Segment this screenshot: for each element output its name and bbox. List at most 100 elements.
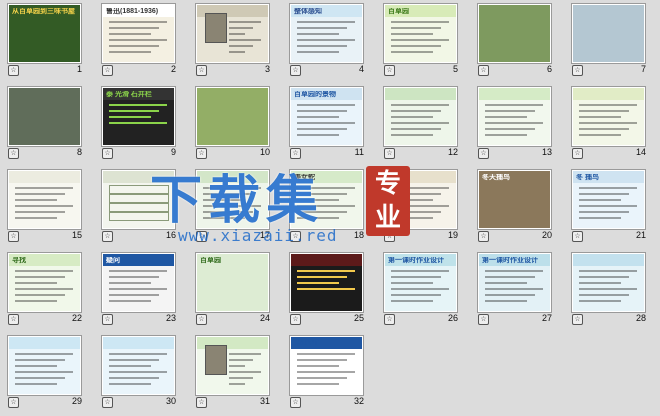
slide-thumbnail-31[interactable]: ☆ 31 <box>194 334 276 416</box>
slide-thumbnail-10[interactable]: ☆ 10 <box>194 85 276 167</box>
slide-thumbnail-24[interactable]: 百草园 ☆ 24 <box>194 251 276 333</box>
slide-thumbnail-1[interactable]: 从百草园到三味书屋 ☆ 1 <box>6 2 88 84</box>
transition-icon[interactable]: ☆ <box>572 231 583 242</box>
text-line <box>109 371 167 373</box>
slide-thumbnail-2[interactable]: 鲁迅(1881-1936) ☆ 2 <box>100 2 182 84</box>
slide-preview[interactable] <box>384 87 457 146</box>
transition-icon[interactable]: ☆ <box>8 231 19 242</box>
slide-number: 13 <box>541 147 552 157</box>
transition-icon[interactable]: ☆ <box>8 148 19 159</box>
slide-thumbnail-28[interactable]: ☆ 28 <box>570 251 652 333</box>
text-line <box>297 128 347 130</box>
slide-preview[interactable] <box>572 87 645 146</box>
slide-preview[interactable]: 第一课时作业设计 <box>478 253 551 312</box>
transition-icon[interactable]: ☆ <box>572 314 583 325</box>
slide-thumbnail-25[interactable]: ☆ 25 <box>288 251 370 333</box>
slide-meta: ☆ 23 <box>100 313 178 327</box>
slide-preview[interactable]: 从百草园到三味书屋 <box>8 4 81 63</box>
transition-icon[interactable]: ☆ <box>102 397 113 408</box>
portrait-image <box>205 13 227 43</box>
slide-preview[interactable] <box>196 336 269 395</box>
transition-icon[interactable]: ☆ <box>102 65 113 76</box>
slide-thumbnail-4[interactable]: 整体感知 ☆ 4 <box>288 2 370 84</box>
transition-icon[interactable]: ☆ <box>102 231 113 242</box>
transition-icon[interactable]: ☆ <box>290 65 301 76</box>
slide-thumbnail-32[interactable]: 第1PPT ☆ 32 <box>288 334 370 416</box>
transition-icon[interactable]: ☆ <box>196 314 207 325</box>
slide-thumbnail-27[interactable]: 第一课时作业设计 ☆ 27 <box>476 251 558 333</box>
slide-preview[interactable]: 鲁迅(1881-1936) <box>102 4 175 63</box>
transition-icon[interactable]: ☆ <box>290 314 301 325</box>
slide-preview[interactable] <box>8 170 81 229</box>
slide-thumbnail-21[interactable]: 冬 捕鸟 ☆ 21 <box>570 168 652 250</box>
slide-preview[interactable]: 第1PPT <box>290 336 363 395</box>
text-line <box>391 21 449 23</box>
slide-preview[interactable]: 冬天捕鸟 <box>478 170 551 229</box>
transition-icon[interactable]: ☆ <box>384 65 395 76</box>
slide-thumbnail-11[interactable]: 百草园的景物 ☆ 11 <box>288 85 370 167</box>
slide-preview[interactable] <box>478 4 551 63</box>
slide-thumbnail-23[interactable]: 疑问 ☆ 23 <box>100 251 182 333</box>
slide-thumbnail-14[interactable]: ☆ 14 <box>570 85 652 167</box>
slide-thumbnail-6[interactable]: ☆ 6 <box>476 2 558 84</box>
slide-preview[interactable] <box>478 87 551 146</box>
slide-preview[interactable] <box>102 336 175 395</box>
slide-thumbnail-26[interactable]: 第一课时作业设计 ☆ 26 <box>382 251 464 333</box>
slide-thumbnail-22[interactable]: 寻找 ☆ 22 <box>6 251 88 333</box>
transition-icon[interactable]: ☆ <box>196 65 207 76</box>
transition-icon[interactable]: ☆ <box>8 65 19 76</box>
slide-meta: ☆ 21 <box>570 230 648 244</box>
transition-icon[interactable]: ☆ <box>478 148 489 159</box>
slide-preview[interactable]: 疑问 <box>102 253 175 312</box>
slide-title: 冬 捕鸟 <box>576 174 599 181</box>
slide-preview[interactable]: 百草园 <box>196 253 269 312</box>
slide-preview[interactable] <box>572 4 645 63</box>
slide-preview[interactable] <box>196 87 269 146</box>
transition-icon[interactable]: ☆ <box>478 314 489 325</box>
transition-icon[interactable]: ☆ <box>290 397 301 408</box>
slide-preview[interactable] <box>8 87 81 146</box>
slide-preview[interactable]: 百草园 <box>384 4 457 63</box>
transition-icon[interactable]: ☆ <box>102 314 113 325</box>
transition-icon[interactable]: ☆ <box>478 231 489 242</box>
slide-preview[interactable]: 第一课时作业设计 <box>384 253 457 312</box>
slide-number: 6 <box>546 64 552 74</box>
transition-icon[interactable]: ☆ <box>478 65 489 76</box>
slide-thumbnail-9[interactable]: 泰 光滑 石井栏 ☆ 9 <box>100 85 182 167</box>
slide-thumbnail-20[interactable]: 冬天捕鸟 ☆ 20 <box>476 168 558 250</box>
slide-preview[interactable] <box>572 253 645 312</box>
transition-icon[interactable]: ☆ <box>572 148 583 159</box>
transition-icon[interactable]: ☆ <box>384 314 395 325</box>
text-line <box>15 359 65 361</box>
slide-preview[interactable] <box>196 4 269 63</box>
transition-icon[interactable]: ☆ <box>102 148 113 159</box>
slide-preview[interactable]: 泰 光滑 石井栏 <box>102 87 175 146</box>
slide-preview[interactable]: 冬 捕鸟 <box>572 170 645 229</box>
slide-meta: ☆ 32 <box>288 396 366 410</box>
transition-icon[interactable]: ☆ <box>8 314 19 325</box>
transition-icon[interactable]: ☆ <box>196 397 207 408</box>
slide-number: 23 <box>165 313 176 323</box>
slide-meta: ☆ 29 <box>6 396 84 410</box>
slide-thumbnail-12[interactable]: ☆ 12 <box>382 85 464 167</box>
slide-preview[interactable]: 寻找 <box>8 253 81 312</box>
slide-number: 31 <box>259 396 270 406</box>
slide-thumbnail-3[interactable]: ☆ 3 <box>194 2 276 84</box>
slide-thumbnail-13[interactable]: ☆ 13 <box>476 85 558 167</box>
transition-icon[interactable]: ☆ <box>384 148 395 159</box>
transition-icon[interactable]: ☆ <box>572 65 583 76</box>
slide-preview[interactable]: 整体感知 <box>290 4 363 63</box>
slide-number: 30 <box>165 396 176 406</box>
slide-thumbnail-30[interactable]: ☆ 30 <box>100 334 182 416</box>
slide-preview[interactable]: 百草园的景物 <box>290 87 363 146</box>
slide-thumbnail-15[interactable]: ☆ 15 <box>6 168 88 250</box>
slide-preview[interactable] <box>290 253 363 312</box>
slide-thumbnail-8[interactable]: ☆ 8 <box>6 85 88 167</box>
slide-thumbnail-5[interactable]: 百草园 ☆ 5 <box>382 2 464 84</box>
slide-thumbnail-7[interactable]: ☆ 7 <box>570 2 652 84</box>
text-line <box>109 383 151 385</box>
text-line <box>391 276 441 278</box>
slide-preview[interactable] <box>8 336 81 395</box>
slide-thumbnail-29[interactable]: ☆ 29 <box>6 334 88 416</box>
transition-icon[interactable]: ☆ <box>8 397 19 408</box>
